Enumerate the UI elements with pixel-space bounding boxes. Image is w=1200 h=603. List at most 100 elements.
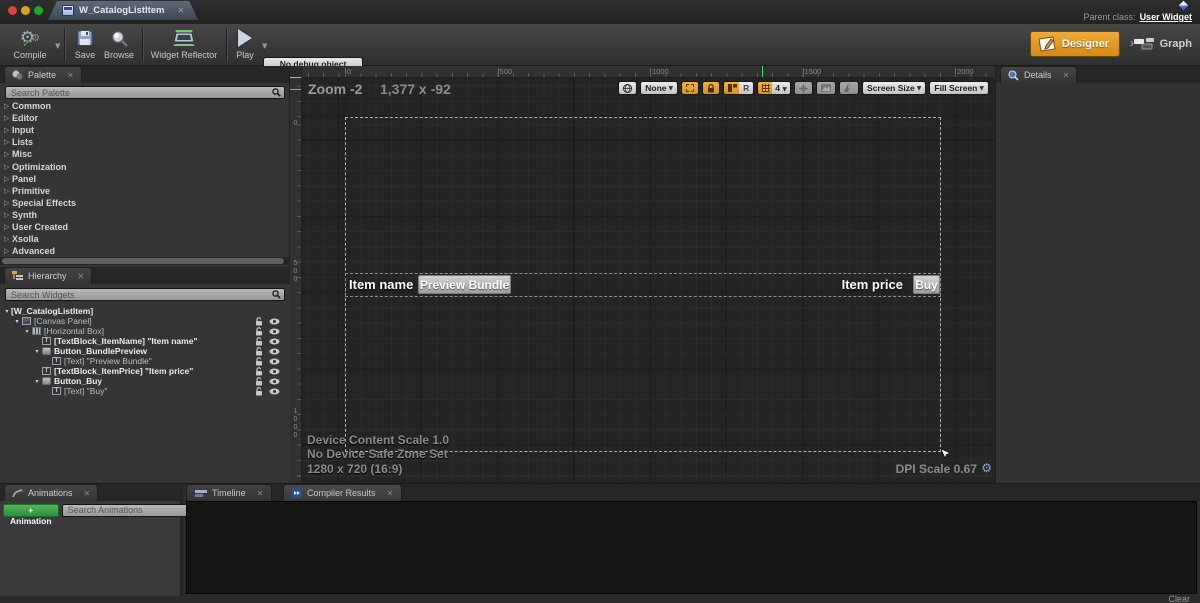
close-details-tab-icon[interactable]: ✕ <box>1063 71 1070 80</box>
lock-toggle-button[interactable] <box>702 81 720 95</box>
widget-reflector-button[interactable]: Widget Reflector <box>148 27 220 63</box>
close-tab-icon[interactable]: ✕ <box>178 6 185 15</box>
r-toggle[interactable]: R <box>739 82 753 94</box>
hierarchy-tree-row[interactable]: [TextBlock_ItemName] "Item name" <box>0 336 290 346</box>
flag-dropdown[interactable]: None▼ <box>640 81 678 95</box>
maximize-window-icon[interactable] <box>34 6 43 15</box>
unlocked-padlock-icon[interactable] <box>255 377 263 386</box>
expander-icon[interactable]: ▷ <box>4 199 12 207</box>
eye-icon[interactable] <box>269 378 280 385</box>
unlocked-padlock-icon[interactable] <box>255 347 263 356</box>
hierarchy-tree-row[interactable]: ▾ Button_BundlePreview <box>0 346 290 356</box>
palette-category-row[interactable]: ▷ Input <box>0 124 290 136</box>
palette-category-row[interactable]: ▷ Optimization <box>0 160 290 172</box>
expander-icon[interactable]: ▷ <box>4 138 12 146</box>
close-hierarchy-tab-icon[interactable]: ✕ <box>78 272 85 281</box>
palette-category-row[interactable]: ▷ Misc <box>0 148 290 160</box>
expander-icon[interactable]: ▷ <box>4 223 12 231</box>
respect-locks-button[interactable]: R <box>723 81 754 95</box>
save-button[interactable]: Save <box>70 27 100 63</box>
hierarchy-search-input[interactable] <box>6 290 272 300</box>
expander-icon[interactable]: ▷ <box>4 247 12 255</box>
item-name-textblock[interactable]: Item name <box>349 277 413 292</box>
expander-icon[interactable]: ▷ <box>4 126 12 134</box>
palette-category-row[interactable]: ▷ User Created <box>0 221 290 233</box>
screen-size-dropdown[interactable]: Screen Size▼ <box>862 81 926 95</box>
unlocked-padlock-icon[interactable] <box>255 317 263 326</box>
animations-search[interactable] <box>62 504 201 517</box>
expander-icon[interactable]: ▷ <box>4 102 12 110</box>
palette-search-input[interactable] <box>6 88 272 98</box>
asset-tab[interactable]: W_CatalogListItem ✕ <box>48 1 198 20</box>
tab-details[interactable]: Details ✕ <box>1000 66 1077 83</box>
hierarchy-tree-row[interactable]: [Text] "Buy" <box>0 386 290 396</box>
close-palette-tab-icon[interactable]: ✕ <box>67 71 74 80</box>
expander-icon[interactable]: ▾ <box>13 318 21 325</box>
expander-icon[interactable]: ▷ <box>4 187 12 195</box>
flip-preview-button[interactable] <box>839 81 859 95</box>
expander-icon[interactable]: ▾ <box>33 378 41 385</box>
clear-button[interactable]: Clear <box>1168 594 1190 603</box>
unlocked-padlock-icon[interactable] <box>255 327 263 336</box>
close-timeline-tab-icon[interactable]: ✕ <box>257 489 264 498</box>
tab-animations[interactable]: Animations ✕ <box>4 484 98 501</box>
close-animations-tab-icon[interactable]: ✕ <box>84 489 91 498</box>
eye-icon[interactable] <box>269 358 280 365</box>
eye-icon[interactable] <box>269 348 280 355</box>
expander-icon[interactable]: ▾ <box>33 348 41 355</box>
expander-icon[interactable]: ▷ <box>4 150 12 158</box>
compile-options-caret-icon[interactable]: ▼ <box>55 42 60 50</box>
fill-screen-dropdown[interactable]: Fill Screen▼ <box>929 81 989 95</box>
hierarchy-tree-row[interactable]: [TextBlock_ItemPrice] "Item price" <box>0 366 290 376</box>
tab-timeline[interactable]: Timeline ✕ <box>186 484 272 501</box>
outline-toggle-button[interactable] <box>681 81 699 95</box>
unlocked-padlock-icon[interactable] <box>255 387 263 396</box>
palette-category-row[interactable]: ▷ Synth <box>0 209 290 221</box>
horizontal-box-outline[interactable]: Item name Preview Bundle Item price Buy <box>345 273 941 297</box>
snap-grid-size[interactable]: 4 ▼ <box>772 82 790 94</box>
scrollbar-handle[interactable] <box>2 258 284 264</box>
play-button[interactable]: Play <box>232 27 258 63</box>
preview-bundle-button[interactable]: Preview Bundle <box>418 275 511 294</box>
eye-icon[interactable] <box>269 388 280 395</box>
close-window-icon[interactable] <box>8 6 17 15</box>
hierarchy-tree-row[interactable]: ▾ Button_Buy <box>0 376 290 386</box>
tab-palette[interactable]: Palette ✕ <box>4 66 82 83</box>
canvas-grid[interactable]: Zoom -2 1,377 x -92 None▼ R <box>302 78 995 483</box>
snap-grid-button[interactable]: 4 ▼ <box>757 81 791 95</box>
design-area-outline[interactable]: Item name Preview Bundle Item price Buy <box>345 117 941 452</box>
browse-button[interactable]: Browse <box>100 27 138 63</box>
expander-icon[interactable]: ▾ <box>23 328 31 335</box>
dpi-settings-gear-icon[interactable]: ⚙ <box>981 461 992 475</box>
eye-icon[interactable] <box>269 368 280 375</box>
eye-icon[interactable] <box>269 328 280 335</box>
unlocked-padlock-icon[interactable] <box>255 357 263 366</box>
palette-category-row[interactable]: ▷ Panel <box>0 173 290 185</box>
parent-class-link[interactable]: User Widget <box>1140 12 1192 22</box>
palette-category-row[interactable]: ▷ Editor <box>0 112 290 124</box>
minimize-window-icon[interactable] <box>21 6 30 15</box>
compiler-results-log[interactable] <box>186 501 1197 594</box>
eye-icon[interactable] <box>269 338 280 345</box>
palette-category-row[interactable]: ▷ Special Effects <box>0 197 290 209</box>
expander-icon[interactable]: ▷ <box>4 114 12 122</box>
tab-hierarchy[interactable]: Hierarchy ✕ <box>4 267 92 284</box>
palette-category-row[interactable]: ▷ Advanced <box>0 245 290 257</box>
play-options-caret-icon[interactable]: ▼ <box>262 42 267 50</box>
localization-preview-button[interactable] <box>618 81 637 95</box>
expander-icon[interactable]: ▾ <box>3 308 11 315</box>
hierarchy-tree-row[interactable]: ▾ [Canvas Panel] <box>0 316 290 326</box>
hierarchy-tree-row[interactable]: ▾ [Horizontal Box] <box>0 326 290 336</box>
hierarchy-tree-row[interactable]: [Text] "Preview Bundle" <box>0 356 290 366</box>
add-animation-button[interactable]: + Animation <box>3 504 59 517</box>
designer-mode-button[interactable]: Designer <box>1030 31 1120 57</box>
anchor-tool-button[interactable] <box>794 81 813 95</box>
hierarchy-search[interactable] <box>5 288 285 301</box>
unlocked-padlock-icon[interactable] <box>255 367 263 376</box>
palette-horizontal-scrollbar[interactable] <box>0 257 290 265</box>
graph-mode-button[interactable]: Graph <box>1133 33 1192 55</box>
close-compiler-tab-icon[interactable]: ✕ <box>387 489 394 498</box>
expander-icon[interactable]: ▷ <box>4 235 12 243</box>
preview-background-button[interactable] <box>816 81 836 95</box>
buy-button[interactable]: Buy <box>913 275 940 294</box>
